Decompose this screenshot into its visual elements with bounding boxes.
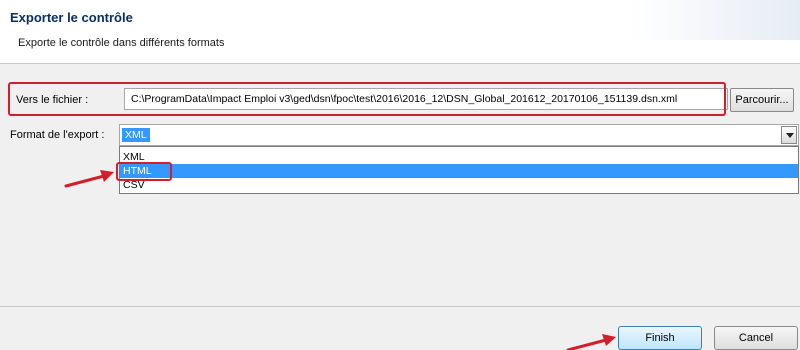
format-option-html[interactable]: HTML — [120, 164, 798, 178]
format-option-csv[interactable]: CSV — [120, 178, 798, 192]
finish-button[interactable]: Finish — [618, 326, 702, 350]
format-select[interactable]: XML — [119, 124, 799, 146]
dialog-title: Exporter le contrôle — [10, 10, 133, 25]
format-dropdown-list: XML HTML CSV — [119, 146, 799, 194]
format-label: Format de l'export : — [10, 129, 105, 141]
cancel-button[interactable]: Cancel — [714, 326, 798, 350]
dialog-header: Exporter le contrôle Exporte le contrôle… — [0, 0, 800, 64]
chevron-down-icon[interactable] — [781, 126, 797, 144]
format-option-xml[interactable]: XML — [120, 150, 798, 164]
header-gradient — [630, 0, 800, 40]
annotation-box-html — [116, 162, 172, 181]
annotation-box-file — [8, 82, 726, 116]
browse-button[interactable]: Parcourir... — [730, 88, 794, 112]
format-selected-value: XML — [122, 128, 150, 142]
dialog-subtitle: Exporte le contrôle dans différents form… — [18, 37, 225, 49]
